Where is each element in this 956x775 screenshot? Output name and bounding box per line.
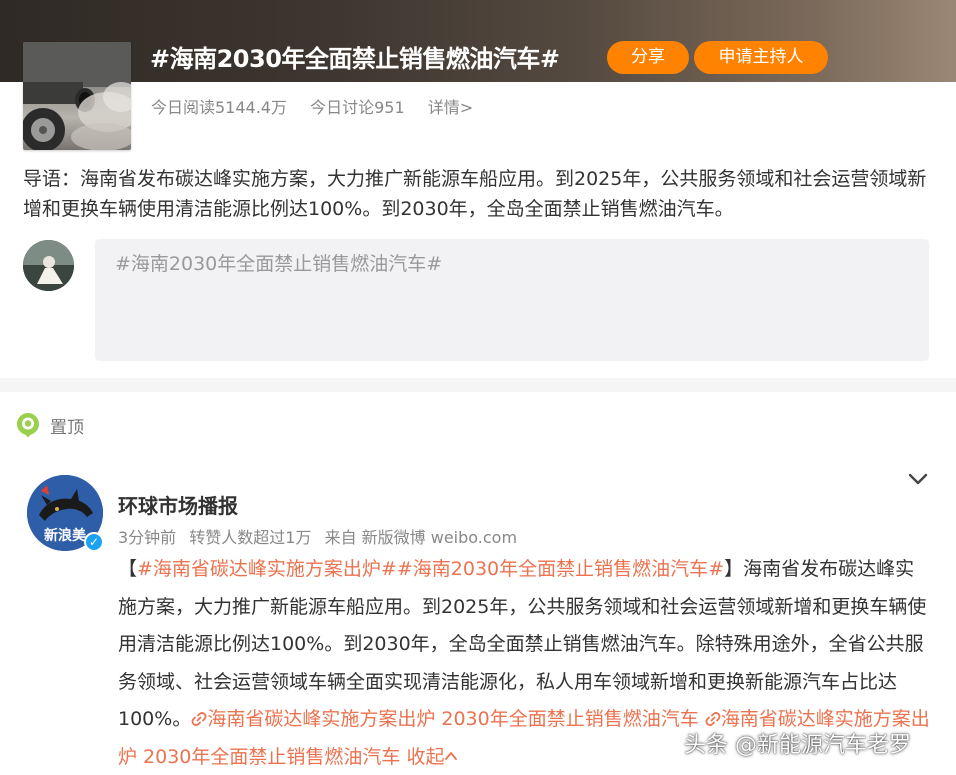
share-button[interactable]: 分享	[607, 41, 689, 74]
post-body-text: 海南省发布碳达峰实施方案，大力推广新能源车船应用。到2025年，公共服务领域和社…	[118, 558, 927, 730]
pin-icon	[17, 413, 39, 438]
post-time[interactable]: 3分钟前	[118, 528, 176, 547]
post-source: 来自 新版微博 weibo.com	[324, 528, 518, 547]
bracket-open: 【	[118, 558, 138, 580]
post-meta: 3分钟前 转赞人数超过1万 来自 新版微博 weibo.com	[118, 524, 525, 548]
link-icon	[705, 712, 721, 726]
topic-thumbnail	[23, 42, 131, 150]
hashtag-carbon-peak[interactable]: #海南省碳达峰实施方案出炉#	[137, 558, 397, 580]
verified-icon: ✓	[84, 532, 104, 552]
link-icon	[191, 712, 207, 726]
post-author-name[interactable]: 环球市场播报	[118, 490, 238, 519]
bracket-close: 】	[724, 558, 744, 580]
watermark: 头条 @新能源汽车老罗	[684, 733, 911, 758]
chevron-up-icon	[445, 751, 458, 760]
discussions-count: 今日讨论951	[310, 98, 405, 117]
collapse-button[interactable]: 收起	[406, 746, 458, 768]
exhaust-pipe-image	[23, 42, 131, 150]
hashtag-fuel-ban[interactable]: #海南2030年全面禁止销售燃油汽车#	[397, 558, 724, 580]
pinned-label: 置顶	[50, 417, 84, 438]
chevron-down-icon[interactable]	[907, 468, 929, 490]
details-link[interactable]: 详情>	[428, 98, 473, 117]
topic-stats: 今日阅读5144.4万 今日讨论951 详情>	[151, 94, 491, 118]
apply-host-button[interactable]: 申请主持人	[694, 41, 828, 74]
topic-title: #海南2030年全面禁止销售燃油汽车#	[150, 45, 560, 73]
user-avatar-image	[23, 240, 74, 291]
reads-count: 今日阅读5144.4万	[151, 98, 287, 117]
user-avatar[interactable]	[23, 240, 74, 291]
post-reposts: 转赞人数超过1万	[189, 528, 312, 547]
article-link-1[interactable]: 海南省碳达峰实施方案出炉 2030年全面禁止销售燃油汽车	[191, 708, 699, 730]
compose-input[interactable]: #海南2030年全面禁止销售燃油汽车#	[95, 239, 929, 361]
topic-intro: 导语：海南省发布碳达峰实施方案，大力推广新能源车船应用。到2025年，公共服务领…	[23, 168, 927, 220]
pinned-indicator: 置顶	[16, 412, 84, 438]
section-divider	[0, 378, 956, 392]
